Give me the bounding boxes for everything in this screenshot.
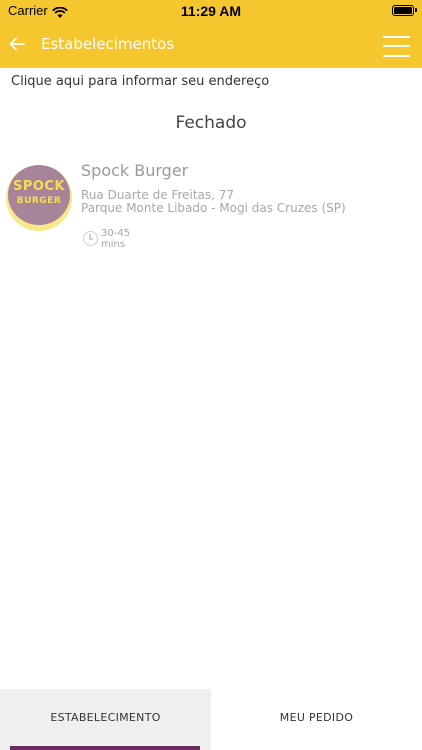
arrow-left-icon[interactable]: [6, 33, 28, 55]
tab-meu-pedido[interactable]: MEU PEDIDO: [211, 689, 422, 750]
tab-estabelecimento[interactable]: ESTABELECIMENTO: [0, 689, 211, 750]
store-address-line1: Rua Duarte de Freitas, 77: [81, 188, 235, 202]
delivery-time: 30-45: [101, 228, 131, 239]
bottom-tab-bar: ESTABELECIMENTO MEU PEDIDO: [0, 689, 422, 750]
tab-label: MEU PEDIDO: [279, 711, 354, 724]
nav-bar: Estabelecimentos: [0, 22, 422, 68]
store-logo: SPOCK BURGER: [6, 165, 72, 231]
battery-icon: [392, 5, 417, 16]
page-title: Estabelecimentos: [41, 35, 175, 53]
section-status-heading: Fechado: [175, 113, 247, 133]
tab-label: ESTABELECIMENTO: [50, 711, 161, 724]
store-address-line2: Parque Monte Libado - Mogi das Cruzes (S…: [81, 201, 346, 215]
store-name: Spock Burger: [81, 161, 189, 180]
active-tab-indicator: [10, 746, 200, 750]
address-prompt-link[interactable]: Clique aqui para informar seu endereço: [11, 74, 269, 89]
status-time: 11:29 AM: [180, 3, 242, 19]
store-list-item[interactable]: SPOCK BURGER Spock Burger Rua Duarte de …: [0, 158, 422, 258]
hamburger-menu-icon[interactable]: [383, 36, 410, 57]
status-bar: Carrier 11:29 AM: [0, 0, 422, 22]
store-logo-text-bottom: BURGER: [16, 196, 62, 206]
delivery-time-unit: mins: [101, 239, 126, 250]
clock-icon: [83, 231, 98, 246]
store-logo-text-top: SPOCK: [12, 179, 66, 194]
